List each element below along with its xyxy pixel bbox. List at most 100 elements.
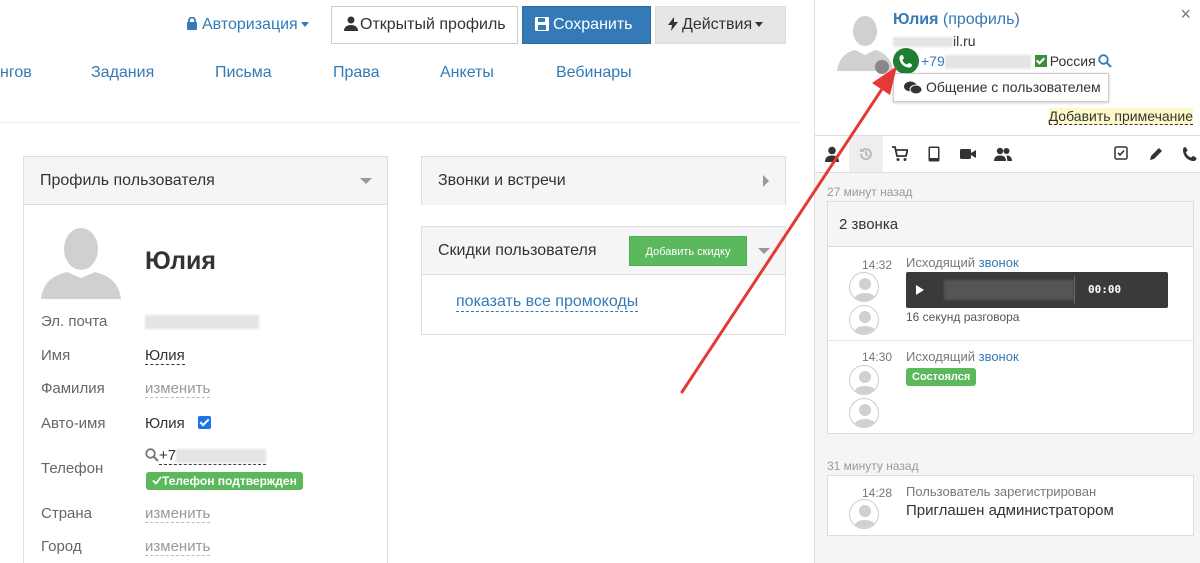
call-link[interactable]: звонок [979,255,1019,270]
first-name-label: Имя [41,347,71,364]
event-time: 14:28 [862,486,893,500]
user-silhouette-icon [853,505,877,528]
nav-item-partial[interactable]: нгов [0,64,32,82]
video-icon [960,149,976,159]
user-silhouette-icon [853,404,877,427]
phone-prefix: +7 [159,447,177,464]
actions-dropdown[interactable]: Действия [655,6,786,44]
user-silhouette-icon [853,371,877,394]
event-time: 14:32 [862,258,893,272]
phone-value: +7 [159,447,267,465]
tab-calls[interactable] [1173,136,1200,172]
add-note-link[interactable]: Добавить примечание [1048,108,1193,125]
nav-item-webinars[interactable]: Вебинары [556,64,632,82]
event-title: Пользователь зарегистрирован [906,484,1097,499]
nav-item-letters[interactable]: Письма [215,64,272,82]
profile-panel: Профиль пользователя Юлия Эл. почта Имя … [23,156,388,563]
event-title-prefix: Исходящий [906,255,979,270]
calls-group-card: 2 звонка 14:32 Исходящий звонок 00:00 16… [827,201,1194,434]
user-icon [825,146,839,162]
sidebar-phone: +79 Россия [921,53,1112,70]
phone-label: Телефон [41,460,104,477]
last-name-field[interactable]: изменить [145,380,211,398]
tablet-icon [928,146,940,162]
collapse-icon [758,248,770,254]
city-field[interactable]: изменить [145,538,211,556]
country-label: Страна [41,505,93,522]
verified-check-icon [1034,55,1047,67]
divider [1074,276,1075,304]
chat-with-user-button[interactable]: Общение с пользователем [893,73,1109,102]
close-icon[interactable]: × [1180,4,1191,25]
chat-with-user-label: Общение с пользователем [926,79,1101,95]
auto-name-label: Авто-имя [41,415,106,432]
avatar [41,223,121,299]
save-button[interactable]: Сохранить [522,6,651,44]
avatar [849,272,879,302]
profile-panel-header[interactable]: Профиль пользователя [24,157,387,205]
nav-item-tasks[interactable]: Задания [91,64,154,82]
calls-panel[interactable]: Звонки и встречи [421,156,786,205]
discounts-panel-header[interactable]: Скидки пользователя Добавить скидку [422,227,785,275]
lock-icon [187,17,197,30]
history-icon [859,148,872,161]
last-name-label: Фамилия [41,380,105,397]
last-name-edit-link[interactable]: изменить [145,380,211,398]
user-icon [344,16,358,31]
auth-dropdown[interactable]: Авторизация [186,16,309,34]
add-discount-button[interactable]: Добавить скидку [629,236,747,266]
tab-groups[interactable] [985,136,1019,172]
nav-item-rights[interactable]: Права [333,64,380,82]
tab-notes[interactable] [1139,136,1173,172]
sidebar-profile-suffix: (профиль) [938,11,1020,28]
tab-tasks[interactable] [1105,136,1139,172]
country-field[interactable]: изменить [145,505,211,523]
sidebar-phone-text[interactable]: +79 [921,53,945,69]
email-value-redacted [145,313,259,330]
audio-player[interactable]: 00:00 [906,272,1168,308]
email-label: Эл. почта [41,313,108,330]
chat-icon [904,81,922,95]
cart-icon [892,146,908,161]
check-icon [152,476,162,485]
country-edit-link[interactable]: изменить [145,505,211,523]
sidebar-user-header: × Юлия (профиль) il.ru +79 Россия Общение… [815,0,1200,135]
avatar [849,365,879,395]
auto-name-value: Юлия [145,415,185,432]
status-offline-dot [875,60,889,74]
event-title: Исходящий звонок [906,349,1019,364]
tab-user[interactable] [815,136,849,172]
tab-history[interactable] [849,136,883,172]
call-link[interactable]: звонок [979,349,1019,364]
audio-progress-redacted[interactable] [944,280,1074,300]
sidebar-email: il.ru [893,33,976,49]
nav-item-forms[interactable]: Анкеты [440,64,494,82]
first-name-field[interactable]: Юлия [145,347,185,365]
show-promocodes-link[interactable]: показать все промокоды [456,293,639,312]
expand-icon [763,175,769,187]
tab-orders[interactable] [883,136,917,172]
timeline-time-ago: 27 минут назад [827,185,913,199]
avatar [849,398,879,428]
tab-webinars[interactable] [951,136,985,172]
search-icon[interactable] [145,448,159,462]
calls-panel-header[interactable]: Звонки и встречи [422,157,785,205]
open-profile-button[interactable]: Открытый профиль [331,6,518,44]
save-label: Сохранить [553,16,633,33]
sidebar-user-name-link[interactable]: Юлия (профиль) [893,11,1020,29]
event-description: Приглашен администратором [906,502,1114,519]
play-icon[interactable] [916,285,924,295]
users-icon [994,147,1012,161]
call-button[interactable] [893,48,919,74]
checkbox-icon [1114,146,1128,160]
discounts-panel: Скидки пользователя Добавить скидку пока… [421,226,786,335]
profile-name: Юлия [145,247,216,275]
tab-devices[interactable] [917,136,951,172]
city-edit-link[interactable]: изменить [145,538,211,556]
profile-panel-title: Профиль пользователя [40,172,215,189]
phone-field[interactable]: +7 [145,447,267,465]
phone-icon [899,55,912,68]
search-icon[interactable] [1097,54,1112,68]
timeline-time-ago: 31 минуту назад [827,459,919,473]
auto-name-checkbox[interactable] [198,416,211,429]
